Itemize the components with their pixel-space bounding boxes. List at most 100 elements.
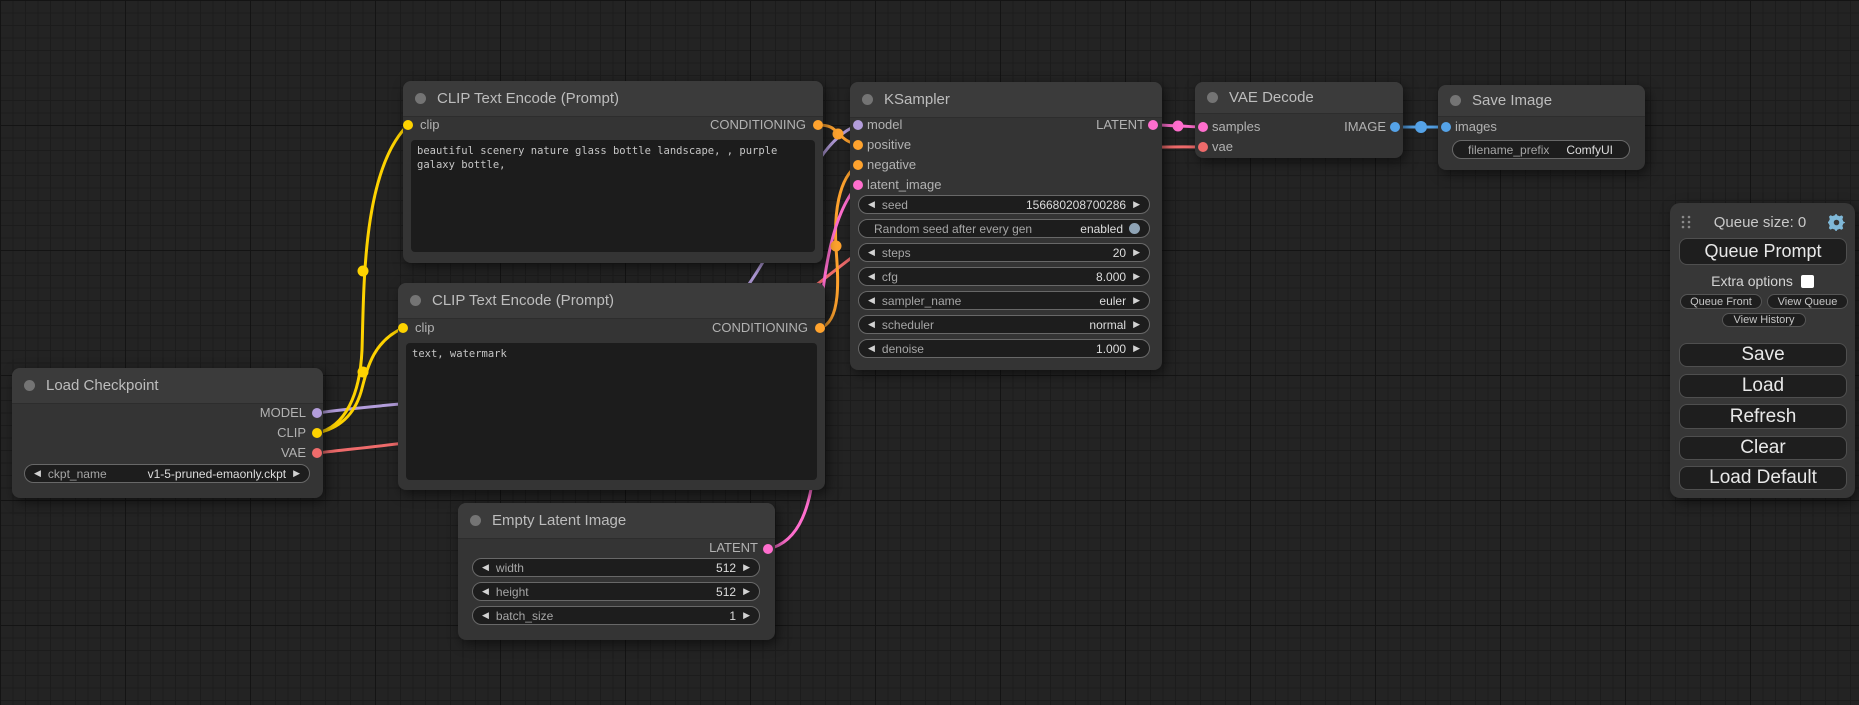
model-input-slot[interactable] bbox=[853, 120, 863, 130]
refresh-button[interactable]: Refresh bbox=[1679, 404, 1847, 429]
negative-input-slot[interactable] bbox=[853, 160, 863, 170]
prompt-textarea[interactable]: beautiful scenery nature glass bottle la… bbox=[411, 140, 815, 252]
node-ksampler[interactable]: KSampler model positive negative latent_… bbox=[850, 82, 1162, 370]
drag-handle-icon[interactable] bbox=[1680, 214, 1692, 230]
batch-size-widget[interactable]: ◀ batch_size 1 ▶ bbox=[472, 606, 760, 625]
node-clip-text-encode-negative[interactable]: CLIP Text Encode (Prompt) clip CONDITION… bbox=[398, 283, 825, 490]
clip-output-slot[interactable] bbox=[312, 428, 322, 438]
random-seed-toggle-widget[interactable]: Random seed after every gen enabled bbox=[858, 219, 1150, 238]
collapse-dot[interactable] bbox=[1450, 95, 1461, 106]
input-label-clip: clip bbox=[415, 320, 435, 335]
node-title-bar[interactable]: Empty Latent Image bbox=[458, 503, 775, 539]
increment-arrow-icon[interactable]: ▶ bbox=[1133, 320, 1140, 329]
widget-value: 8.000 bbox=[1088, 270, 1126, 284]
denoise-widget[interactable]: ◀ denoise 1.000 ▶ bbox=[858, 339, 1150, 358]
node-vae-decode[interactable]: VAE Decode samples vae IMAGE bbox=[1195, 82, 1403, 158]
cfg-widget[interactable]: ◀ cfg 8.000 ▶ bbox=[858, 267, 1150, 286]
model-output-slot[interactable] bbox=[312, 408, 322, 418]
scheduler-widget[interactable]: ◀ scheduler normal ▶ bbox=[858, 315, 1150, 334]
collapse-dot[interactable] bbox=[1207, 92, 1218, 103]
collapse-dot[interactable] bbox=[24, 380, 35, 391]
node-save-image[interactable]: Save Image images filename_prefix ComfyU… bbox=[1438, 85, 1645, 170]
node-title: CLIP Text Encode (Prompt) bbox=[437, 90, 619, 107]
filename-prefix-widget[interactable]: filename_prefix ComfyUI bbox=[1452, 140, 1630, 159]
ckpt-name-widget[interactable]: ◀ ckpt_name v1-5-pruned-emaonly.ckpt ▶ bbox=[24, 464, 310, 483]
node-title-bar[interactable]: CLIP Text Encode (Prompt) bbox=[398, 283, 825, 319]
increment-arrow-icon[interactable]: ▶ bbox=[1133, 248, 1140, 257]
decrement-arrow-icon[interactable]: ◀ bbox=[482, 563, 489, 572]
view-queue-button[interactable]: View Queue bbox=[1767, 294, 1848, 309]
node-title-bar[interactable]: Load Checkpoint bbox=[12, 368, 323, 404]
vae-input-slot[interactable] bbox=[1198, 142, 1208, 152]
extra-options-checkbox[interactable] bbox=[1801, 275, 1814, 288]
increment-arrow-icon[interactable]: ▶ bbox=[743, 563, 750, 572]
collapse-dot[interactable] bbox=[470, 515, 481, 526]
node-load-checkpoint[interactable]: Load Checkpoint MODEL CLIP VAE ◀ ckpt_na… bbox=[12, 368, 323, 498]
seed-widget[interactable]: ◀ seed 156680208700286 ▶ bbox=[858, 195, 1150, 214]
images-input-slot[interactable] bbox=[1441, 122, 1451, 132]
node-empty-latent-image[interactable]: Empty Latent Image LATENT ◀ width 512 ▶ … bbox=[458, 503, 775, 640]
latent-output-slot[interactable] bbox=[763, 544, 773, 554]
view-history-button[interactable]: View History bbox=[1722, 313, 1806, 327]
height-widget[interactable]: ◀ height 512 ▶ bbox=[472, 582, 760, 601]
widget-label: batch_size bbox=[496, 609, 553, 623]
conditioning-output-slot[interactable] bbox=[815, 323, 825, 333]
conditioning-output-slot[interactable] bbox=[813, 120, 823, 130]
load-button[interactable]: Load bbox=[1679, 374, 1847, 398]
decrement-arrow-icon[interactable]: ◀ bbox=[868, 272, 875, 281]
queue-prompt-button[interactable]: Queue Prompt bbox=[1679, 238, 1847, 265]
collapse-dot[interactable] bbox=[415, 93, 426, 104]
clip-input-slot[interactable] bbox=[403, 120, 413, 130]
latent-output-slot[interactable] bbox=[1148, 120, 1158, 130]
increment-arrow-icon[interactable]: ▶ bbox=[743, 587, 750, 596]
widget-label: steps bbox=[882, 246, 911, 260]
output-label-model: MODEL bbox=[260, 405, 306, 420]
decrement-arrow-icon[interactable]: ◀ bbox=[482, 611, 489, 620]
decrement-arrow-icon[interactable]: ◀ bbox=[34, 469, 41, 478]
sampler-name-widget[interactable]: ◀ sampler_name euler ▶ bbox=[858, 291, 1150, 310]
positive-input-slot[interactable] bbox=[853, 140, 863, 150]
increment-arrow-icon[interactable]: ▶ bbox=[743, 611, 750, 620]
decrement-arrow-icon[interactable]: ◀ bbox=[868, 200, 875, 209]
toggle-indicator[interactable] bbox=[1129, 223, 1140, 234]
collapse-dot[interactable] bbox=[862, 94, 873, 105]
decrement-arrow-icon[interactable]: ◀ bbox=[868, 248, 875, 257]
image-output-slot[interactable] bbox=[1390, 122, 1400, 132]
widget-value: 156680208700286 bbox=[1018, 198, 1126, 212]
increment-arrow-icon[interactable]: ▶ bbox=[1133, 200, 1140, 209]
node-title-bar[interactable]: KSampler bbox=[850, 82, 1162, 118]
output-label-clip: CLIP bbox=[277, 425, 306, 440]
collapse-dot[interactable] bbox=[410, 295, 421, 306]
queue-front-button[interactable]: Queue Front bbox=[1680, 294, 1762, 309]
widget-label: sampler_name bbox=[882, 294, 961, 308]
decrement-arrow-icon[interactable]: ◀ bbox=[868, 296, 875, 305]
clip-input-slot[interactable] bbox=[398, 323, 408, 333]
node-title-bar[interactable]: Save Image bbox=[1438, 85, 1645, 117]
prompt-textarea[interactable]: text, watermark bbox=[406, 343, 817, 480]
increment-arrow-icon[interactable]: ▶ bbox=[293, 469, 300, 478]
node-title-bar[interactable]: VAE Decode bbox=[1195, 82, 1403, 114]
samples-input-slot[interactable] bbox=[1198, 122, 1208, 132]
gear-icon[interactable] bbox=[1828, 214, 1845, 231]
node-title: Save Image bbox=[1472, 92, 1552, 109]
widget-value: v1-5-pruned-emaonly.ckpt bbox=[140, 467, 287, 481]
steps-widget[interactable]: ◀ steps 20 ▶ bbox=[858, 243, 1150, 262]
save-button[interactable]: Save bbox=[1679, 343, 1847, 367]
load-default-button[interactable]: Load Default bbox=[1679, 466, 1847, 490]
increment-arrow-icon[interactable]: ▶ bbox=[1133, 296, 1140, 305]
output-label-conditioning: CONDITIONING bbox=[712, 320, 808, 335]
increment-arrow-icon[interactable]: ▶ bbox=[1133, 272, 1140, 281]
decrement-arrow-icon[interactable]: ◀ bbox=[482, 587, 489, 596]
node-clip-text-encode-positive[interactable]: CLIP Text Encode (Prompt) clip CONDITION… bbox=[403, 81, 823, 263]
decrement-arrow-icon[interactable]: ◀ bbox=[868, 320, 875, 329]
decrement-arrow-icon[interactable]: ◀ bbox=[868, 344, 875, 353]
latent-image-input-slot[interactable] bbox=[853, 180, 863, 190]
node-title-bar[interactable]: CLIP Text Encode (Prompt) bbox=[403, 81, 823, 117]
output-label-latent: LATENT bbox=[1096, 117, 1145, 132]
increment-arrow-icon[interactable]: ▶ bbox=[1133, 344, 1140, 353]
node-graph-canvas[interactable]: Load Checkpoint MODEL CLIP VAE ◀ ckpt_na… bbox=[0, 0, 1859, 705]
vae-output-slot[interactable] bbox=[312, 448, 322, 458]
node-title: Empty Latent Image bbox=[492, 512, 626, 529]
width-widget[interactable]: ◀ width 512 ▶ bbox=[472, 558, 760, 577]
clear-button[interactable]: Clear bbox=[1679, 436, 1847, 460]
